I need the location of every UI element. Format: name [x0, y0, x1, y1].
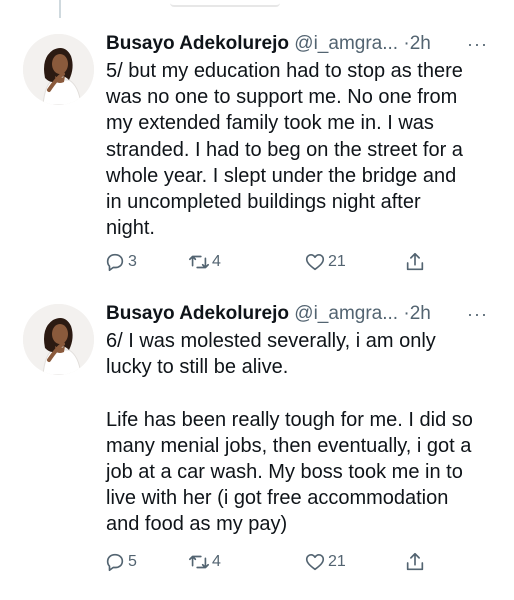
- avatar[interactable]: [23, 34, 94, 105]
- more-options-icon[interactable]: ···: [467, 30, 488, 58]
- share-icon: [406, 552, 424, 571]
- retweet-count: 4: [212, 553, 221, 570]
- avatar-image: [23, 34, 94, 105]
- thread-connector-line: [59, 0, 61, 18]
- reply-count: 3: [128, 253, 137, 270]
- timestamp[interactable]: 2h: [410, 303, 431, 324]
- tweet-header: Busayo Adekolurejo @i_amgra... ·2h ···: [106, 30, 496, 58]
- share-button[interactable]: [404, 551, 426, 573]
- reply-button[interactable]: 3: [104, 251, 137, 273]
- retweet-count: 4: [212, 253, 221, 270]
- reply-button[interactable]: 5: [104, 551, 137, 573]
- previous-tweet-action-remnant: [170, 0, 280, 7]
- tweet-text: 5/ but my education had to stop as there…: [106, 60, 463, 240]
- author-handle[interactable]: @i_amgra...: [294, 303, 398, 324]
- tweet-actions: 5 4 21: [104, 551, 444, 579]
- share-button[interactable]: [404, 251, 426, 273]
- retweet-button[interactable]: 4: [188, 251, 221, 273]
- reply-icon: [106, 253, 124, 272]
- more-options-icon[interactable]: ···: [467, 300, 488, 328]
- tweet-text: 6/ I was molested severally, i am only l…: [106, 330, 473, 536]
- author-name[interactable]: Busayo Adekolurejo: [106, 303, 289, 324]
- author-handle[interactable]: @i_amgra...: [294, 33, 398, 54]
- tweet-actions: 3 4 21: [104, 251, 444, 279]
- retweet-icon: [189, 555, 209, 569]
- like-icon: [305, 554, 325, 571]
- author-name[interactable]: Busayo Adekolurejo: [106, 33, 289, 54]
- like-icon: [305, 254, 325, 271]
- retweet-icon: [189, 255, 209, 269]
- like-button[interactable]: 21: [304, 551, 346, 573]
- like-count: 21: [328, 553, 346, 570]
- like-button[interactable]: 21: [304, 251, 346, 273]
- avatar[interactable]: [23, 304, 94, 375]
- timestamp[interactable]: 2h: [410, 33, 431, 54]
- share-icon: [406, 252, 424, 271]
- like-count: 21: [328, 253, 346, 270]
- tweet-header: Busayo Adekolurejo @i_amgra... ·2h ···: [106, 300, 496, 328]
- retweet-button[interactable]: 4: [188, 551, 221, 573]
- reply-icon: [106, 553, 124, 572]
- avatar-image: [23, 304, 94, 375]
- reply-count: 5: [128, 553, 137, 570]
